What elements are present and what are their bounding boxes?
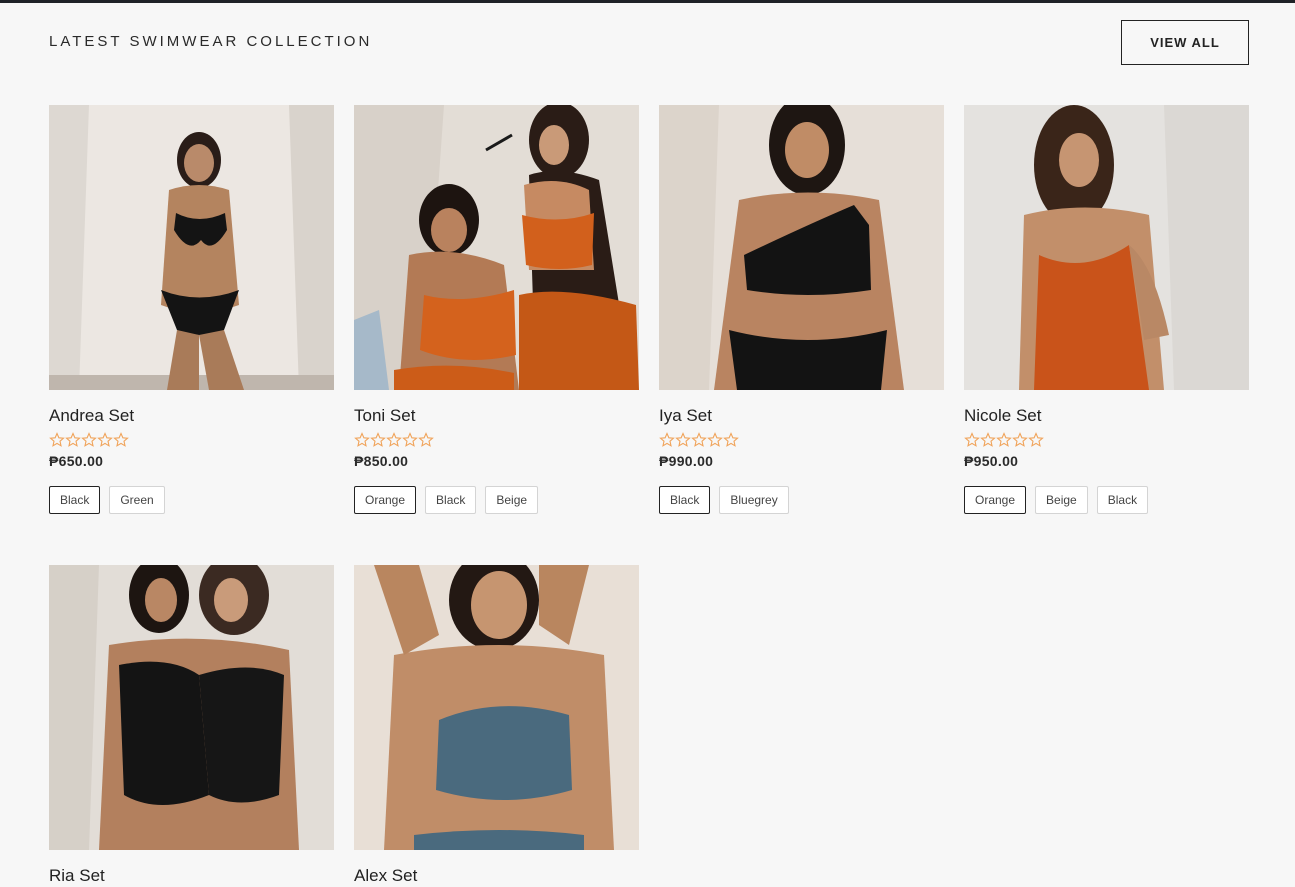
section-title: LATEST SWIMWEAR COLLECTION [49, 33, 373, 50]
product-name[interactable]: Iya Set [659, 405, 944, 427]
variant-option[interactable]: Orange [354, 486, 417, 514]
product-name[interactable]: Toni Set [354, 405, 639, 427]
star-outline-icon [97, 432, 113, 448]
product-card-alex: Alex Set [354, 565, 639, 887]
star-outline-icon [370, 432, 386, 448]
variant-options: Orange Black Beige [354, 486, 639, 514]
product-image[interactable] [49, 565, 334, 850]
product-name[interactable]: Alex Set [354, 865, 639, 887]
star-outline-icon [707, 432, 723, 448]
product-name[interactable]: Nicole Set [964, 405, 1249, 427]
star-outline-icon [418, 432, 434, 448]
rating-stars [354, 432, 639, 448]
product-image[interactable] [354, 105, 639, 390]
variant-option[interactable]: Black [425, 486, 477, 514]
product-name[interactable]: Ria Set [49, 865, 334, 887]
variant-option[interactable]: Black [1096, 486, 1149, 514]
product-image[interactable] [49, 105, 334, 390]
product-price: ₱950.00 [964, 453, 1019, 469]
product-card-nicole: Nicole Set ₱950.00 Orange Beige Black [964, 105, 1249, 514]
product-card-ria: Ria Set [49, 565, 334, 887]
star-outline-icon [386, 432, 402, 448]
star-outline-icon [675, 432, 691, 448]
variant-option[interactable]: Bluegrey [719, 486, 789, 514]
variant-option[interactable]: Green [109, 486, 165, 514]
product-card-iya: Iya Set ₱990.00 Black Bluegrey [659, 105, 944, 514]
product-price: ₱850.00 [354, 453, 409, 469]
variant-option[interactable]: Black [659, 486, 711, 514]
rating-stars [964, 432, 1249, 448]
variant-options: Black Green [49, 486, 334, 514]
variant-option[interactable]: Orange [964, 486, 1027, 514]
product-card-toni: Toni Set ₱850.00 Orange Black Beige [354, 105, 639, 514]
product-name[interactable]: Andrea Set [49, 405, 334, 427]
product-image[interactable] [659, 105, 944, 390]
star-outline-icon [402, 432, 418, 448]
product-card-andrea: Andrea Set ₱650.00 Black Green [49, 105, 334, 514]
star-outline-icon [81, 432, 97, 448]
variant-option[interactable]: Black [49, 486, 101, 514]
star-outline-icon [980, 432, 996, 448]
product-image[interactable] [354, 565, 639, 850]
star-outline-icon [723, 432, 739, 448]
variant-option[interactable]: Beige [1035, 486, 1088, 514]
variant-options: Black Bluegrey [659, 486, 944, 514]
variant-option[interactable]: Beige [485, 486, 539, 514]
star-outline-icon [659, 432, 675, 448]
product-price: ₱650.00 [49, 453, 104, 469]
star-outline-icon [691, 432, 707, 448]
view-all-button[interactable]: VIEW ALL [1121, 20, 1249, 65]
star-outline-icon [1012, 432, 1028, 448]
variant-options: Orange Beige Black [964, 486, 1249, 514]
rating-stars [49, 432, 334, 448]
star-outline-icon [113, 432, 129, 448]
star-outline-icon [49, 432, 65, 448]
product-image[interactable] [964, 105, 1249, 390]
star-outline-icon [65, 432, 81, 448]
top-border [0, 0, 1295, 3]
star-outline-icon [354, 432, 370, 448]
star-outline-icon [996, 432, 1012, 448]
rating-stars [659, 432, 944, 448]
star-outline-icon [964, 432, 980, 448]
star-outline-icon [1028, 432, 1044, 448]
product-price: ₱990.00 [659, 453, 714, 469]
